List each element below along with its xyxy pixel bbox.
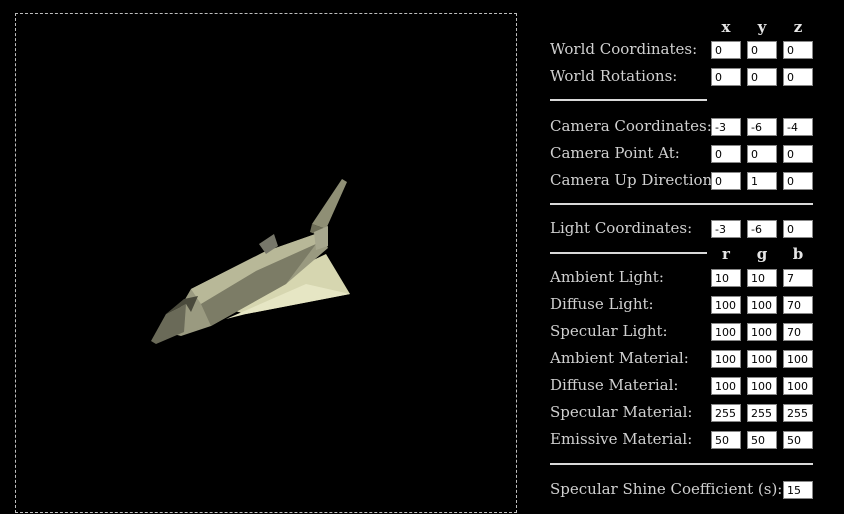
diffuse-material-r-field[interactable]: 100 [711,377,741,395]
ambient-material-b-field[interactable]: 100 [783,350,813,368]
render-viewport[interactable] [15,13,517,513]
header-b: b [792,245,804,263]
divider-light [550,252,707,254]
ambient-material-label: Ambient Material: [550,349,689,367]
world-rot-x-field[interactable]: 0 [711,68,741,86]
specular-shine-field[interactable]: 15 [783,481,813,499]
world-coord-z-field[interactable]: 0 [783,41,813,59]
ambient-material-g-field[interactable]: 100 [747,350,777,368]
specular-light-label: Specular Light: [550,322,668,340]
ambient-light-r-field[interactable]: 10 [711,269,741,287]
ambient-material-r-field[interactable]: 100 [711,350,741,368]
specular-material-label: Specular Material: [550,403,693,421]
camera-coordinates-label: Camera Coordinates: [550,117,712,135]
world-rot-y-field[interactable]: 0 [747,68,777,86]
camera-coord-y-field[interactable]: -6 [747,118,777,136]
world-rotations-label: World Rotations: [550,67,678,85]
divider-world [550,99,707,101]
diffuse-material-g-field[interactable]: 100 [747,377,777,395]
specular-material-r-field[interactable]: 255 [711,404,741,422]
shuttle-tail-fin [312,179,347,229]
emissive-material-g-field[interactable]: 50 [747,431,777,449]
specular-material-b-field[interactable]: 255 [783,404,813,422]
camera-point-y-field[interactable]: 0 [747,145,777,163]
camera-point-x-field[interactable]: 0 [711,145,741,163]
emissive-material-b-field[interactable]: 50 [783,431,813,449]
light-coord-y-field[interactable]: -6 [747,220,777,238]
camera-point-z-field[interactable]: 0 [783,145,813,163]
header-r: r [722,245,730,263]
settings-panel: x y z World Coordinates: 0 0 0 World Rot… [548,0,844,504]
light-coord-z-field[interactable]: 0 [783,220,813,238]
header-y: y [757,18,767,36]
camera-up-direction-label: Camera Up Direction: [550,171,718,189]
camera-up-y-field[interactable]: 1 [747,172,777,190]
specular-light-r-field[interactable]: 100 [711,323,741,341]
shuttle-nose [151,304,186,344]
diffuse-light-r-field[interactable]: 100 [711,296,741,314]
header-g: g [756,245,768,263]
world-coordinates-label: World Coordinates: [550,40,698,58]
camera-coord-z-field[interactable]: -4 [783,118,813,136]
specular-shine-label: Specular Shine Coefficient (s): [550,480,783,498]
world-coord-x-field[interactable]: 0 [711,41,741,59]
light-coordinates-label: Light Coordinates: [550,219,693,237]
emissive-material-r-field[interactable]: 50 [711,431,741,449]
diffuse-light-label: Diffuse Light: [550,295,654,313]
divider-camera [550,203,813,205]
camera-up-x-field[interactable]: 0 [711,172,741,190]
camera-coord-x-field[interactable]: -3 [711,118,741,136]
diffuse-light-b-field[interactable]: 70 [783,296,813,314]
light-coord-x-field[interactable]: -3 [711,220,741,238]
diffuse-material-b-field[interactable]: 100 [783,377,813,395]
ambient-light-g-field[interactable]: 10 [747,269,777,287]
ambient-light-label: Ambient Light: [550,268,664,286]
header-z: z [793,18,803,36]
specular-light-g-field[interactable]: 100 [747,323,777,341]
header-x: x [721,18,731,36]
world-rot-z-field[interactable]: 0 [783,68,813,86]
world-coord-y-field[interactable]: 0 [747,41,777,59]
camera-up-z-field[interactable]: 0 [783,172,813,190]
space-shuttle-model [151,179,350,344]
diffuse-light-g-field[interactable]: 100 [747,296,777,314]
emissive-material-label: Emissive Material: [550,430,693,448]
divider-materials [550,463,813,465]
specular-light-b-field[interactable]: 70 [783,323,813,341]
ambient-light-b-field[interactable]: 7 [783,269,813,287]
specular-material-g-field[interactable]: 255 [747,404,777,422]
camera-point-at-label: Camera Point At: [550,144,680,162]
diffuse-material-label: Diffuse Material: [550,376,679,394]
